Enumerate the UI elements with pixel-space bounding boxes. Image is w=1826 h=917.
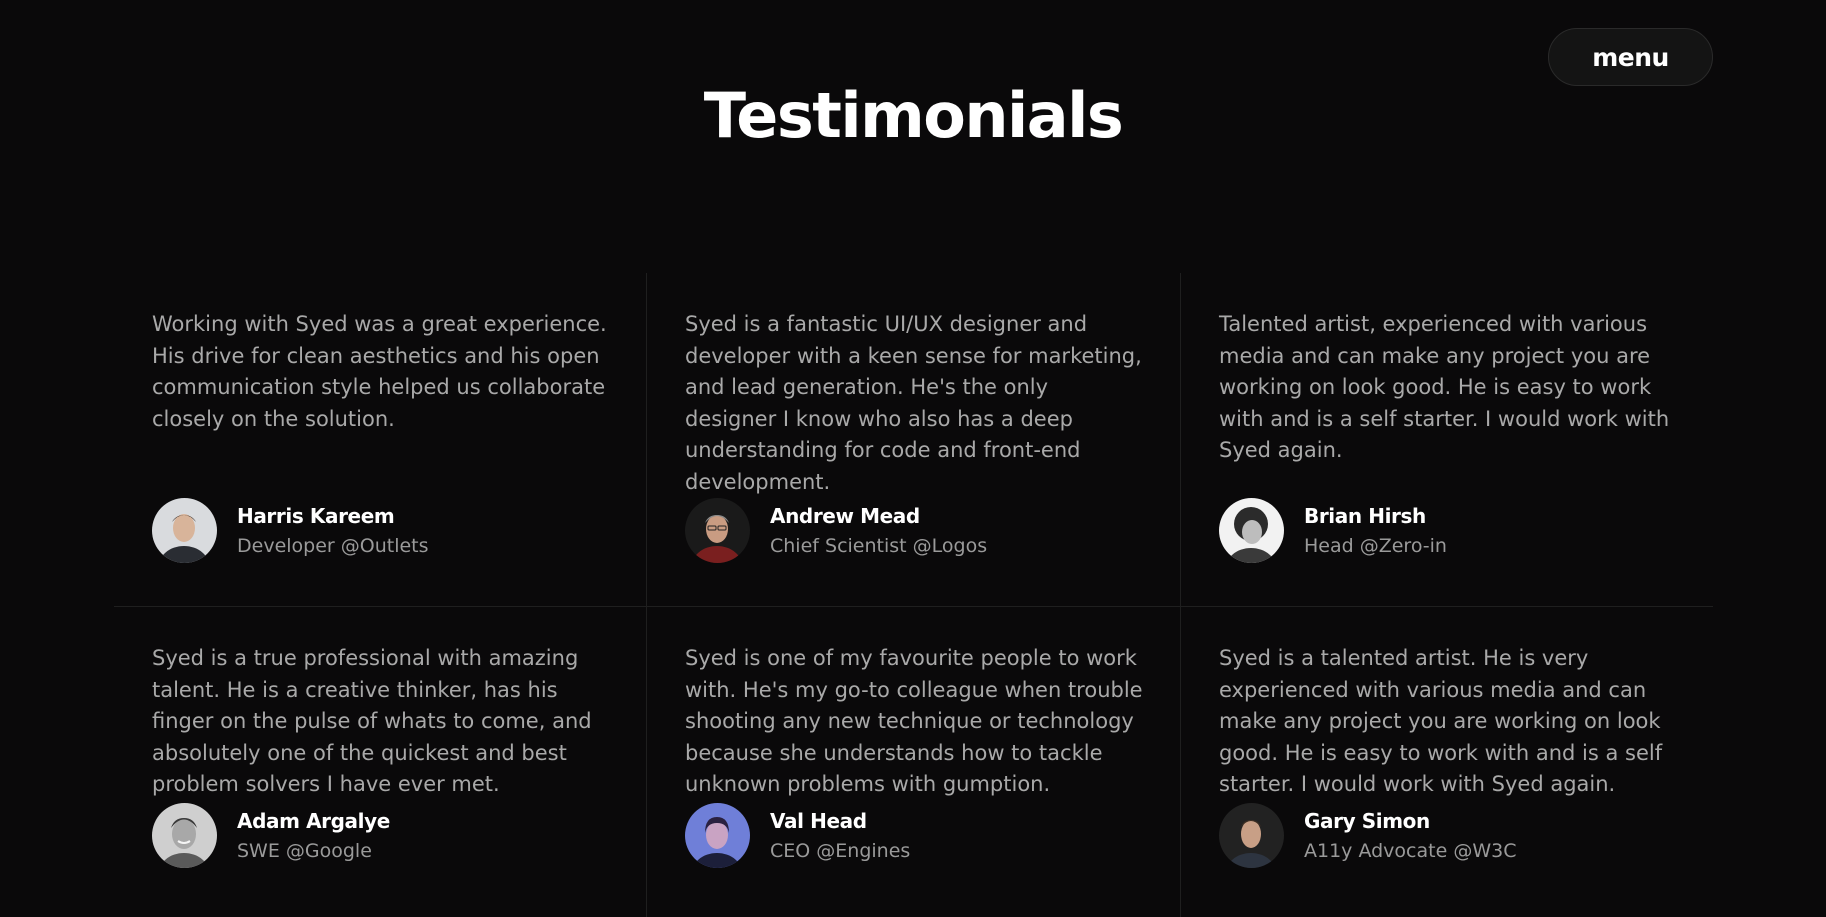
author-role: Chief Scientist @Logos <box>770 534 988 557</box>
page: menu Testimonials Working with Syed was … <box>0 0 1826 917</box>
author-role: CEO @Engines <box>770 839 911 862</box>
person-avatar-icon <box>152 498 217 563</box>
author-name: Adam Argalye <box>237 808 390 833</box>
testimonial-card: Syed is a talented artist. He is very ex… <box>1181 607 1713 917</box>
testimonial-card: Syed is a fantastic UI/UX designer and d… <box>647 273 1181 607</box>
person-avatar-icon <box>685 498 750 563</box>
testimonial-quote: Syed is a true professional with amazing… <box>152 646 592 796</box>
author-role: Developer @Outlets <box>237 534 429 557</box>
person-avatar-icon <box>1219 803 1284 868</box>
author-role: Head @Zero-in <box>1304 534 1447 557</box>
testimonial-author: Gary Simon A11y Advocate @W3C <box>1219 803 1675 868</box>
author-name: Andrew Mead <box>770 503 920 528</box>
testimonial-author: Andrew Mead Chief Scientist @Logos <box>685 498 1142 563</box>
testimonial-quote: Syed is one of my favourite people to wo… <box>685 646 1143 796</box>
author-role: A11y Advocate @W3C <box>1304 839 1517 862</box>
author-role: SWE @Google <box>237 839 372 862</box>
testimonial-quote: Syed is a talented artist. He is very ex… <box>1219 646 1663 796</box>
person-avatar-icon <box>685 803 750 868</box>
testimonial-card: Talented artist, experienced with variou… <box>1181 273 1713 607</box>
testimonial-author: Harris Kareem Developer @Outlets <box>152 498 608 563</box>
testimonials-grid: Working with Syed was a great experience… <box>114 273 1713 917</box>
testimonial-card: Syed is a true professional with amazing… <box>114 607 647 917</box>
testimonial-author: Brian Hirsh Head @Zero-in <box>1219 498 1675 563</box>
testimonial-quote: Syed is a fantastic UI/UX designer and d… <box>685 312 1142 494</box>
person-avatar-icon <box>152 803 217 868</box>
testimonial-quote: Talented artist, experienced with variou… <box>1219 312 1670 462</box>
author-name: Val Head <box>770 808 867 833</box>
author-name: Harris Kareem <box>237 503 395 528</box>
person-avatar-icon <box>1219 498 1284 563</box>
testimonial-card: Syed is one of my favourite people to wo… <box>647 607 1181 917</box>
author-name: Brian Hirsh <box>1304 503 1426 528</box>
author-name: Gary Simon <box>1304 808 1430 833</box>
testimonial-author: Adam Argalye SWE @Google <box>152 803 608 868</box>
testimonial-quote: Working with Syed was a great experience… <box>152 312 607 431</box>
page-title: Testimonials <box>703 79 1124 152</box>
testimonial-card: Working with Syed was a great experience… <box>114 273 647 607</box>
testimonial-author: Val Head CEO @Engines <box>685 803 1142 868</box>
